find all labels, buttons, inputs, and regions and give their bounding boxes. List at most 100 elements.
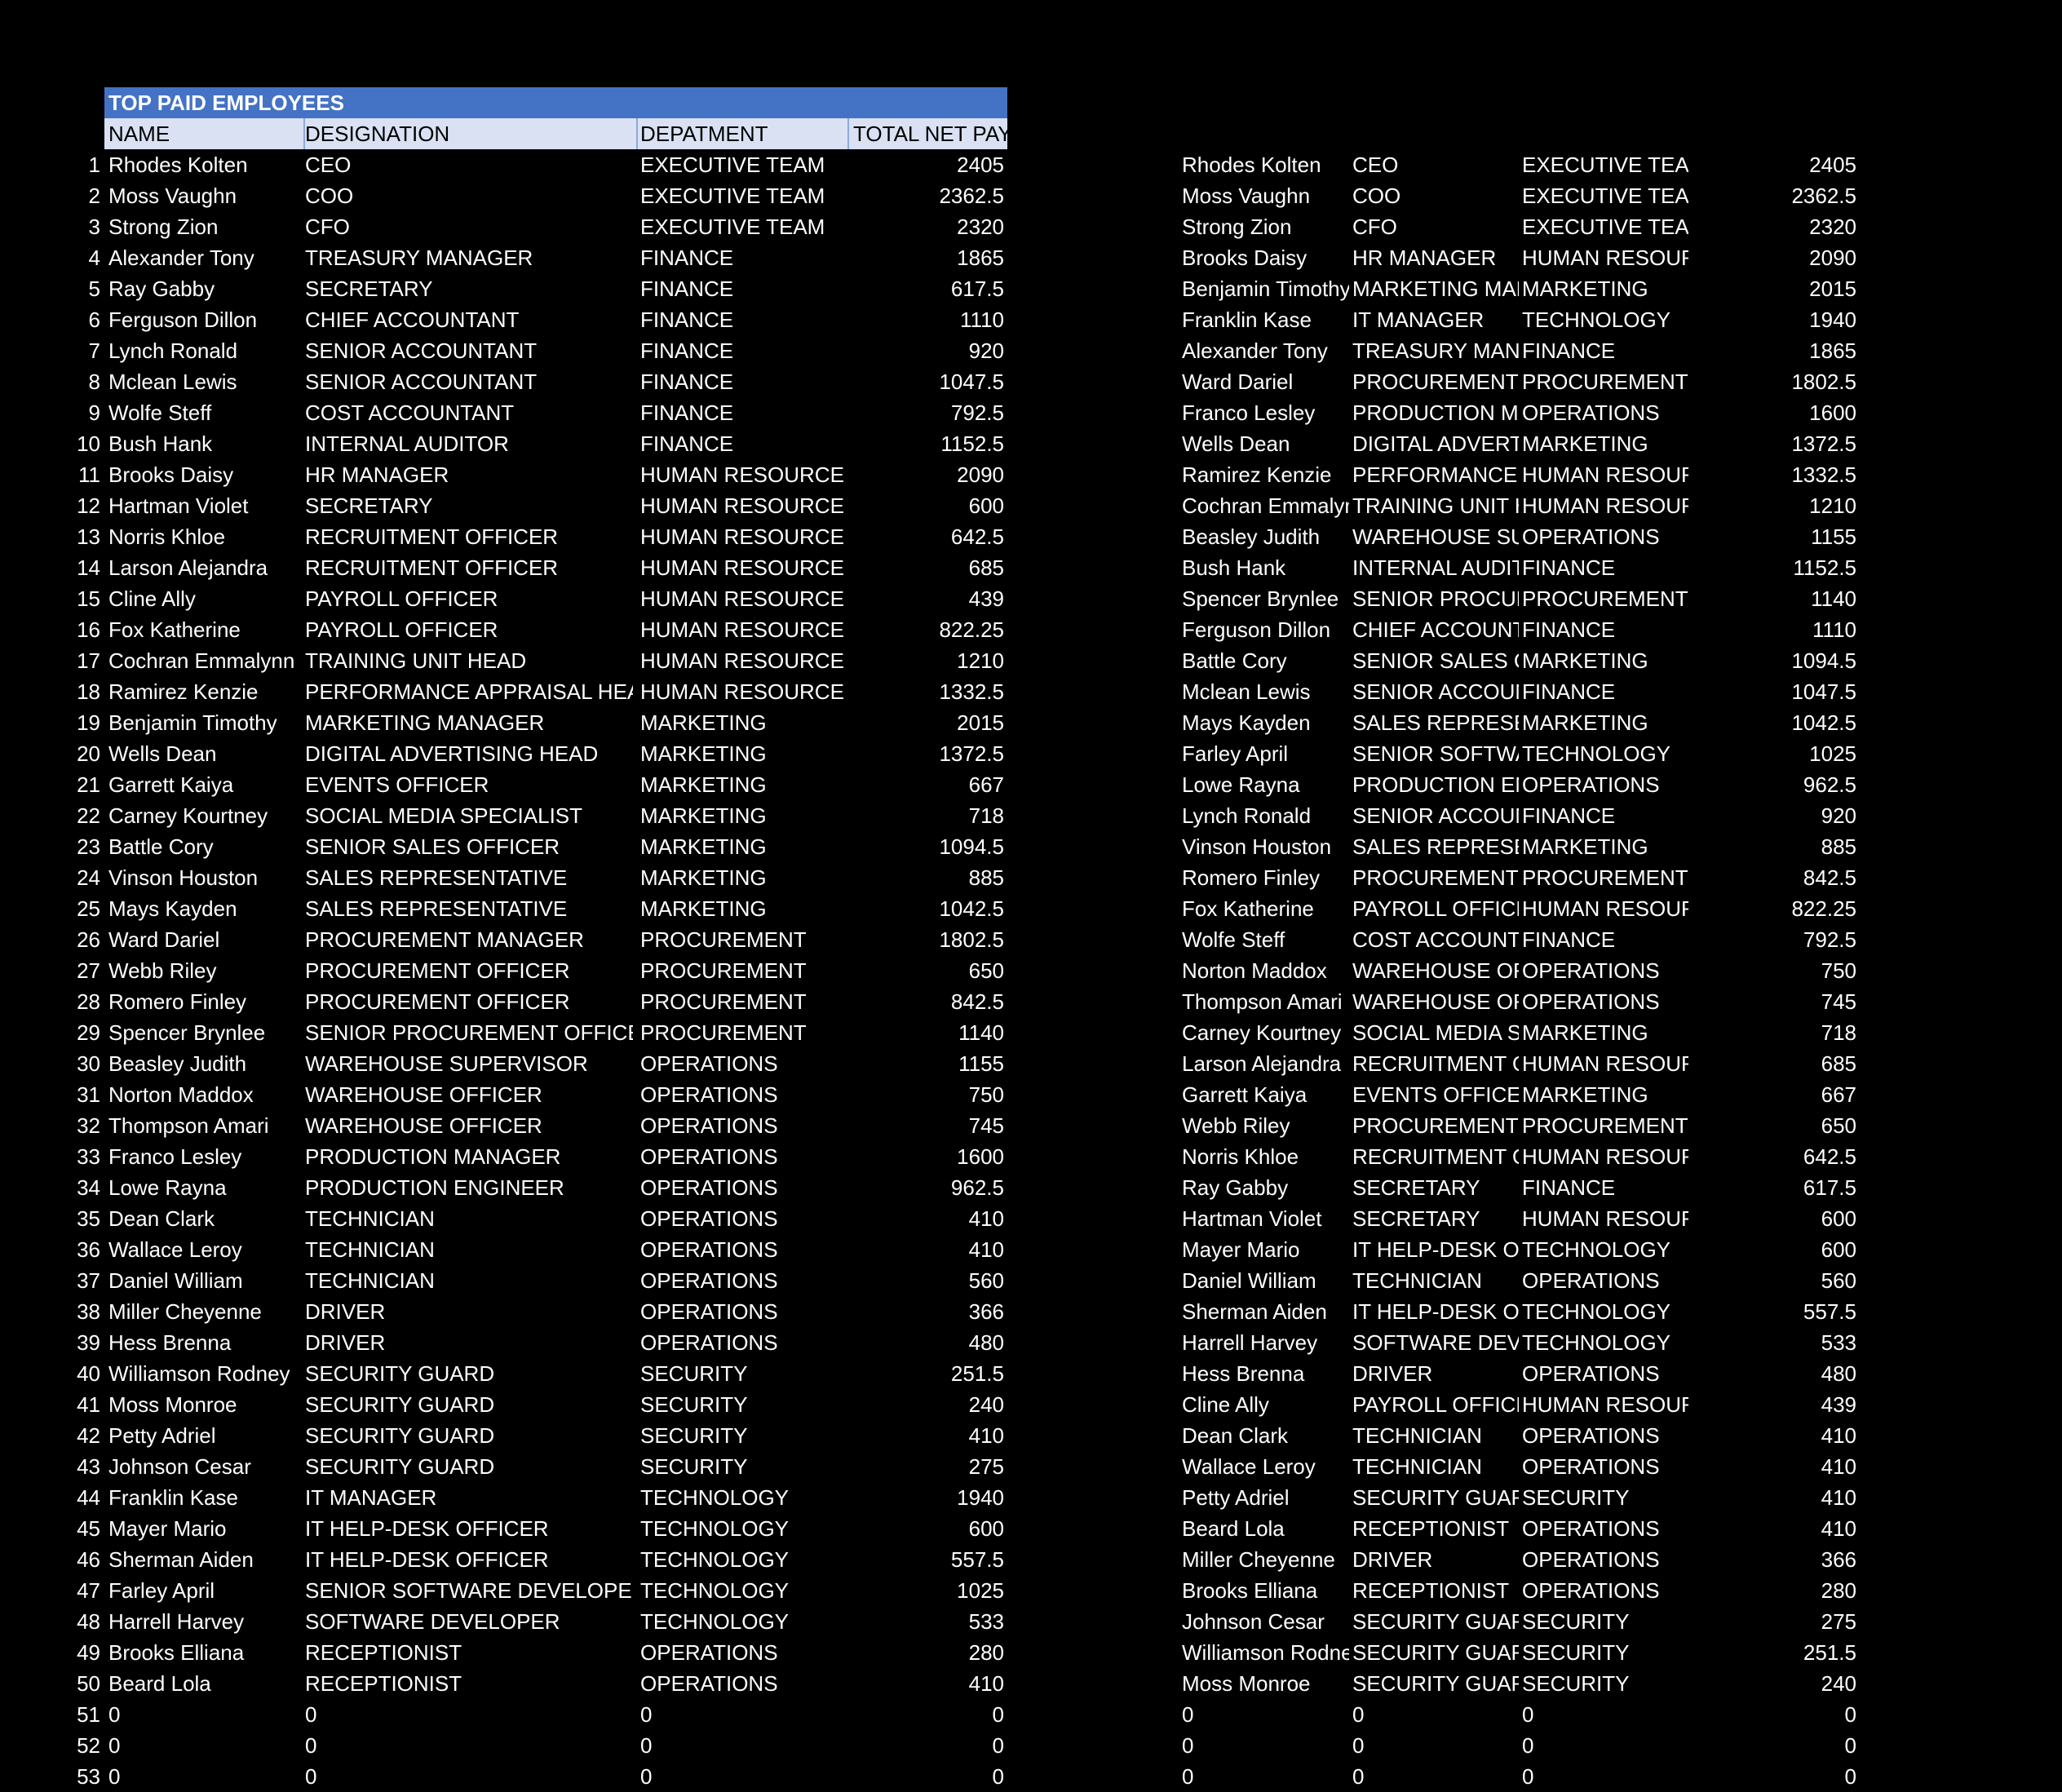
cell-total-net-pay[interactable]: 885 bbox=[845, 862, 1004, 893]
cell-total-net-pay[interactable]: 1047.5 bbox=[845, 366, 1004, 397]
sorted-cell-total-net-pay[interactable]: 1155 bbox=[1688, 521, 1856, 552]
cell-department[interactable]: TECHNOLOGY bbox=[640, 1513, 845, 1544]
cell-department[interactable]: OPERATIONS bbox=[640, 1110, 845, 1141]
cell-designation[interactable]: PRODUCTION MANAGER bbox=[305, 1141, 633, 1172]
sorted-cell-total-net-pay[interactable]: 1042.5 bbox=[1688, 707, 1856, 738]
cell-department[interactable]: 0 bbox=[640, 1761, 845, 1792]
cell-name[interactable]: Beasley Judith bbox=[108, 1048, 299, 1079]
sorted-cell-name[interactable]: Brooks Daisy bbox=[1182, 242, 1349, 273]
cell-department[interactable]: MARKETING bbox=[640, 893, 845, 924]
sorted-cell-name[interactable]: 0 bbox=[1182, 1730, 1349, 1761]
row-number[interactable]: 33 bbox=[49, 1141, 100, 1172]
cell-total-net-pay[interactable]: 280 bbox=[845, 1637, 1004, 1668]
sorted-cell-total-net-pay[interactable]: 0 bbox=[1688, 1730, 1856, 1761]
row-number[interactable]: 28 bbox=[49, 986, 100, 1017]
cell-name[interactable]: Moss Vaughn bbox=[108, 180, 299, 211]
cell-total-net-pay[interactable]: 667 bbox=[845, 769, 1004, 800]
cell-name[interactable]: Beard Lola bbox=[108, 1668, 299, 1699]
cell-designation[interactable]: SECURITY GUARD bbox=[305, 1420, 633, 1451]
sorted-cell-total-net-pay[interactable]: 1110 bbox=[1688, 614, 1856, 645]
cell-designation[interactable]: 0 bbox=[305, 1699, 633, 1730]
sorted-cell-department[interactable]: TECHNOLOGY bbox=[1522, 304, 1688, 335]
sorted-cell-name[interactable]: Strong Zion bbox=[1182, 211, 1349, 242]
sorted-cell-department[interactable]: TECHNOLOGY bbox=[1522, 1234, 1688, 1265]
sorted-cell-total-net-pay[interactable]: 0 bbox=[1688, 1761, 1856, 1792]
cell-name[interactable]: Thompson Amari bbox=[108, 1110, 299, 1141]
sorted-cell-department[interactable]: MARKETING bbox=[1522, 1017, 1688, 1048]
sorted-cell-total-net-pay[interactable]: 600 bbox=[1688, 1203, 1856, 1234]
cell-total-net-pay[interactable]: 1372.5 bbox=[845, 738, 1004, 769]
sorted-cell-designation[interactable]: DRIVER bbox=[1352, 1544, 1519, 1575]
sorted-cell-name[interactable]: Larson Alejandra bbox=[1182, 1048, 1349, 1079]
sorted-cell-name[interactable]: Cline Ally bbox=[1182, 1389, 1349, 1420]
sorted-cell-designation[interactable]: INTERNAL AUDITOR bbox=[1352, 552, 1519, 583]
row-number[interactable]: 14 bbox=[49, 552, 100, 583]
cell-designation[interactable]: CFO bbox=[305, 211, 633, 242]
cell-department[interactable]: HUMAN RESOURCES bbox=[640, 583, 845, 614]
sorted-cell-department[interactable]: FINANCE bbox=[1522, 335, 1688, 366]
cell-name[interactable]: Brooks Elliana bbox=[108, 1637, 299, 1668]
sorted-cell-designation[interactable]: EVENTS OFFICER bbox=[1352, 1079, 1519, 1110]
cell-designation[interactable]: SECURITY GUARD bbox=[305, 1358, 633, 1389]
sorted-cell-total-net-pay[interactable]: 410 bbox=[1688, 1451, 1856, 1482]
cell-designation[interactable]: SENIOR ACCOUNTANT bbox=[305, 335, 633, 366]
sorted-cell-designation[interactable]: RECRUITMENT OFFICER bbox=[1352, 1048, 1519, 1079]
cell-designation[interactable]: WAREHOUSE OFFICER bbox=[305, 1079, 633, 1110]
cell-designation[interactable]: PAYROLL OFFICER bbox=[305, 583, 633, 614]
row-number[interactable]: 5 bbox=[49, 273, 100, 304]
cell-total-net-pay[interactable]: 533 bbox=[845, 1606, 1004, 1637]
cell-department[interactable]: HUMAN RESOURCES bbox=[640, 676, 845, 707]
sorted-cell-total-net-pay[interactable]: 842.5 bbox=[1688, 862, 1856, 893]
cell-designation[interactable]: CHIEF ACCOUNTANT bbox=[305, 304, 633, 335]
cell-designation[interactable]: RECEPTIONIST bbox=[305, 1668, 633, 1699]
row-number[interactable]: 13 bbox=[49, 521, 100, 552]
header-designation[interactable]: DESIGNATION bbox=[301, 118, 638, 149]
sorted-cell-name[interactable]: Moss Monroe bbox=[1182, 1668, 1349, 1699]
cell-total-net-pay[interactable]: 1110 bbox=[845, 304, 1004, 335]
cell-name[interactable]: Mclean Lewis bbox=[108, 366, 299, 397]
cell-designation[interactable]: RECEPTIONIST bbox=[305, 1637, 633, 1668]
cell-total-net-pay[interactable]: 2015 bbox=[845, 707, 1004, 738]
header-total-net-pay[interactable]: TOTAL NET PAY bbox=[849, 118, 1007, 149]
sorted-cell-department[interactable]: EXECUTIVE TEAM bbox=[1522, 180, 1688, 211]
cell-name[interactable]: Williamson Rodney bbox=[108, 1358, 299, 1389]
sorted-cell-designation[interactable]: WAREHOUSE OFFICER bbox=[1352, 955, 1519, 986]
cell-designation[interactable]: IT MANAGER bbox=[305, 1482, 633, 1513]
row-number[interactable]: 15 bbox=[49, 583, 100, 614]
row-number[interactable]: 47 bbox=[49, 1575, 100, 1606]
spreadsheet-grid[interactable]: TOP PAID EMPLOYEES NAME DESIGNATION DEPA… bbox=[0, 0, 2062, 1789]
row-number[interactable]: 19 bbox=[49, 707, 100, 738]
cell-total-net-pay[interactable]: 2362.5 bbox=[845, 180, 1004, 211]
sorted-cell-total-net-pay[interactable]: 1372.5 bbox=[1688, 428, 1856, 459]
cell-department[interactable]: MARKETING bbox=[640, 800, 845, 831]
sorted-cell-department[interactable]: FINANCE bbox=[1522, 924, 1688, 955]
sorted-cell-department[interactable]: SECURITY bbox=[1522, 1637, 1688, 1668]
cell-department[interactable]: PROCUREMENT bbox=[640, 924, 845, 955]
cell-name[interactable]: Mayer Mario bbox=[108, 1513, 299, 1544]
sorted-cell-name[interactable]: Harrell Harvey bbox=[1182, 1327, 1349, 1358]
cell-designation[interactable]: PROCUREMENT MANAGER bbox=[305, 924, 633, 955]
row-number[interactable]: 43 bbox=[49, 1451, 100, 1482]
sorted-cell-designation[interactable]: SENIOR PROCUREMENT OFFICER bbox=[1352, 583, 1519, 614]
sorted-cell-department[interactable]: MARKETING bbox=[1522, 645, 1688, 676]
table-title[interactable]: TOP PAID EMPLOYEES bbox=[108, 87, 344, 118]
row-number[interactable]: 22 bbox=[49, 800, 100, 831]
row-number[interactable]: 26 bbox=[49, 924, 100, 955]
row-number[interactable]: 7 bbox=[49, 335, 100, 366]
cell-department[interactable]: HUMAN RESOURCES bbox=[640, 552, 845, 583]
row-number[interactable]: 36 bbox=[49, 1234, 100, 1265]
sorted-cell-department[interactable]: SECURITY bbox=[1522, 1606, 1688, 1637]
sorted-cell-name[interactable]: Carney Kourtney bbox=[1182, 1017, 1349, 1048]
sorted-cell-total-net-pay[interactable]: 251.5 bbox=[1688, 1637, 1856, 1668]
cell-designation[interactable]: IT HELP-DESK OFFICER bbox=[305, 1513, 633, 1544]
cell-designation[interactable]: EVENTS OFFICER bbox=[305, 769, 633, 800]
row-number[interactable]: 52 bbox=[49, 1730, 100, 1761]
cell-total-net-pay[interactable]: 842.5 bbox=[845, 986, 1004, 1017]
cell-name[interactable]: Norton Maddox bbox=[108, 1079, 299, 1110]
cell-total-net-pay[interactable]: 410 bbox=[845, 1668, 1004, 1699]
sorted-cell-total-net-pay[interactable]: 617.5 bbox=[1688, 1172, 1856, 1203]
sorted-cell-designation[interactable]: PRODUCTION MANAGER bbox=[1352, 397, 1519, 428]
cell-designation[interactable]: MARKETING MANAGER bbox=[305, 707, 633, 738]
sorted-cell-designation[interactable]: SALES REPRESENTATIVE bbox=[1352, 831, 1519, 862]
sorted-cell-department[interactable]: HUMAN RESOURCES bbox=[1522, 490, 1688, 521]
